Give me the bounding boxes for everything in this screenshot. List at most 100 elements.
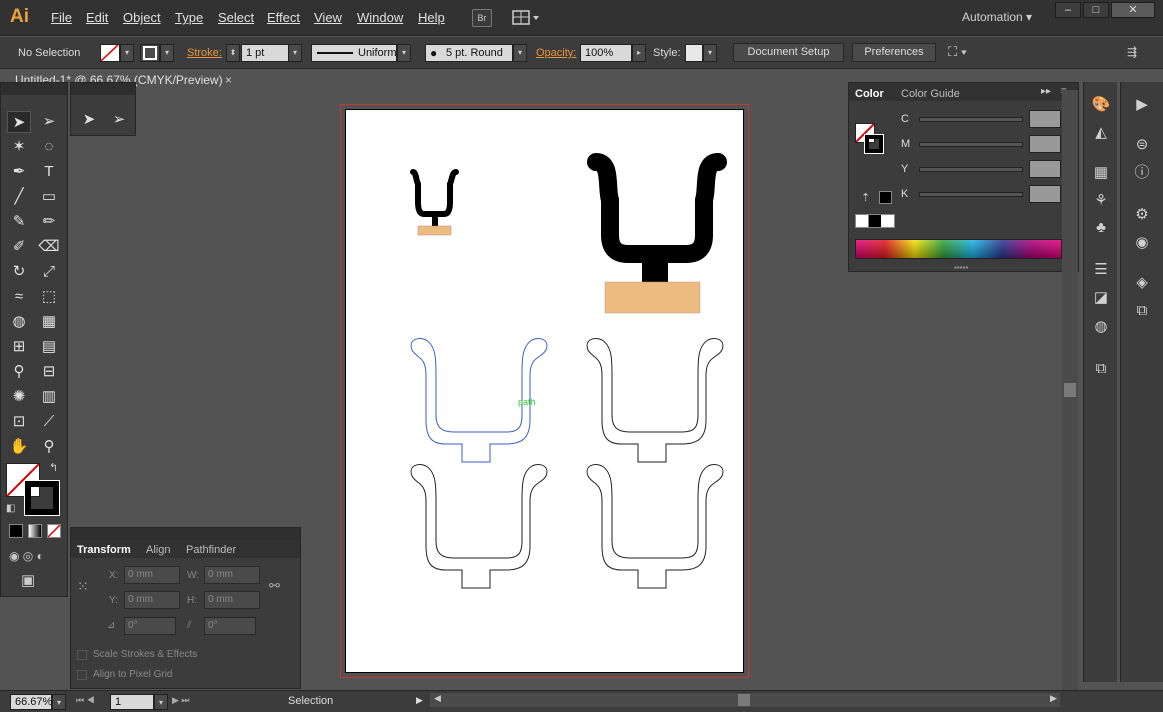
brush-definition[interactable]: ● 5 pt. Round xyxy=(425,44,513,62)
screen-mode-icon[interactable]: ▣ xyxy=(21,571,35,589)
scroll-right-arrow[interactable]: ▶ xyxy=(1050,693,1057,704)
shear-input[interactable]: 0° xyxy=(204,617,256,635)
brush-dropdown[interactable]: ▾ xyxy=(513,44,527,62)
lasso-tool-icon[interactable]: ◌ xyxy=(37,136,61,158)
minimize-button[interactable]: – xyxy=(1055,2,1081,18)
type-tool-icon[interactable]: T xyxy=(37,161,61,183)
zoom-input[interactable]: 66.67% xyxy=(10,694,52,710)
magic-wand-tool-icon[interactable]: ✶ xyxy=(7,136,31,158)
symbols-icon[interactable]: ▦ xyxy=(1089,162,1113,184)
mesh-tool-icon[interactable]: ⊞ xyxy=(7,336,31,358)
artboards-icon[interactable]: ⧉ xyxy=(1089,358,1113,380)
rectangle-tool-icon[interactable]: ▭ xyxy=(37,186,61,208)
tab-color[interactable]: Color xyxy=(855,88,884,100)
stroke-label[interactable]: Stroke: xyxy=(187,47,222,59)
status-menu-arrow[interactable]: ▶ xyxy=(416,695,423,706)
group-selection-icon[interactable]: ➢ xyxy=(107,109,131,131)
vertical-scroll-thumb[interactable] xyxy=(1064,383,1076,397)
perspective-grid-tool-icon[interactable]: ▦ xyxy=(37,311,61,333)
menu-object[interactable]: Object xyxy=(123,10,161,25)
color-mode-icon[interactable] xyxy=(9,524,23,538)
channel-y-slider[interactable] xyxy=(919,167,1023,172)
attributes-icon[interactable]: ◉ xyxy=(1130,232,1154,254)
column-graph-tool-icon[interactable]: ▥ xyxy=(37,386,61,408)
opacity-dropdown[interactable]: ▸ xyxy=(632,44,646,62)
selection-flyout-icon[interactable]: ➤ xyxy=(77,109,101,131)
channel-k-slider[interactable] xyxy=(919,192,1023,197)
document-setup-button[interactable]: Document Setup xyxy=(733,43,844,62)
artboard-tool-icon[interactable]: ⊡ xyxy=(7,411,31,433)
transform-panel-header[interactable] xyxy=(71,528,300,540)
tab-color-guide[interactable]: Color Guide xyxy=(901,88,960,100)
scroll-left-arrow[interactable]: ◀ xyxy=(434,693,441,704)
vertical-scrollbar[interactable] xyxy=(1062,90,1078,690)
w-input[interactable]: 0 mm xyxy=(204,566,260,584)
variable-width-profile[interactable]: Uniform xyxy=(311,44,397,62)
hand-tool-icon[interactable]: ✋ xyxy=(7,436,31,458)
stroke-weight-input[interactable]: 1 pt xyxy=(241,44,289,62)
bridge-button[interactable]: Br xyxy=(472,9,492,27)
constrain-proportions-icon[interactable]: ⚯ xyxy=(269,578,280,594)
slice-tool-icon[interactable]: ⟋ xyxy=(37,411,61,433)
navigator-icon[interactable]: ⚙ xyxy=(1130,204,1154,226)
scale-tool-icon[interactable]: ⤢ xyxy=(37,261,61,283)
channel-c-slider[interactable] xyxy=(919,117,1023,122)
rotate-tool-icon[interactable]: ↻ xyxy=(7,261,31,283)
preferences-button[interactable]: Preferences xyxy=(852,43,936,62)
maximize-button[interactable]: □ xyxy=(1083,2,1109,18)
selection-tool-icon[interactable]: ➤ xyxy=(7,111,31,133)
channel-m-input[interactable] xyxy=(1029,135,1061,153)
swap-fill-stroke-icon[interactable]: ↰ xyxy=(49,461,58,474)
style-dropdown[interactable]: ▾ xyxy=(703,44,717,62)
stroke-indicator[interactable] xyxy=(24,480,60,516)
line-tool-icon[interactable]: ╱ xyxy=(7,186,31,208)
black-swatch[interactable] xyxy=(879,191,892,204)
direct-selection-tool-icon[interactable]: ➢ xyxy=(37,111,61,133)
x-input[interactable]: 0 mm xyxy=(124,566,180,584)
scale-strokes-checkbox[interactable] xyxy=(77,650,87,660)
default-fill-stroke-icon[interactable]: ◧ xyxy=(6,503,15,514)
y-input[interactable]: 0 mm xyxy=(124,591,180,609)
fill-swatch[interactable] xyxy=(100,44,120,62)
menu-file[interactable]: File xyxy=(51,10,72,25)
close-button[interactable]: ✕ xyxy=(1111,2,1155,18)
stroke-panel-icon[interactable]: ☰ xyxy=(1089,259,1113,281)
tab-transform[interactable]: Transform xyxy=(77,544,131,556)
free-transform-tool-icon[interactable]: ⬚ xyxy=(37,286,61,308)
tools-panel-header[interactable] xyxy=(1,83,67,95)
artboard-dropdown[interactable]: ▾ xyxy=(154,694,168,710)
workspace-switcher[interactable]: Automation ▾ xyxy=(962,10,1032,24)
flyout-header[interactable] xyxy=(71,83,135,95)
swatches-icon[interactable]: 🎨 xyxy=(1089,94,1113,116)
resize-grip-icon[interactable]: ▪▪▪▪▪ xyxy=(954,263,968,272)
tab-pathfinder[interactable]: Pathfinder xyxy=(186,544,236,556)
artboard-prev-icons[interactable]: ⏮ ◀ xyxy=(76,695,95,706)
rotate-input[interactable]: 0° xyxy=(124,617,176,635)
menu-help[interactable]: Help xyxy=(418,10,445,25)
eraser-tool-icon[interactable]: ⌫ xyxy=(37,236,61,258)
layers-icon[interactable]: ◈ xyxy=(1130,272,1154,294)
pen-tool-icon[interactable]: ✒ xyxy=(7,161,31,183)
stroke-swatch[interactable] xyxy=(140,44,160,62)
tab-align[interactable]: Align xyxy=(146,544,170,556)
horizontal-scroll-thumb[interactable] xyxy=(738,694,750,706)
none-black-white-swatches[interactable] xyxy=(855,214,895,228)
menu-effect[interactable]: Effect xyxy=(267,10,300,25)
menu-type[interactable]: Type xyxy=(175,10,203,25)
draw-mode-icons[interactable]: ◉ ◎ ◐ xyxy=(9,549,44,563)
h-input[interactable]: 0 mm xyxy=(204,591,260,609)
artboard[interactable]: path xyxy=(345,109,744,673)
artboard-next-icons[interactable]: ▶ ⏭ xyxy=(172,695,190,706)
profile-dropdown[interactable]: ▾ xyxy=(397,44,411,62)
stroke-dropdown[interactable]: ▾ xyxy=(160,44,174,62)
zoom-tool-icon[interactable]: ⚲ xyxy=(37,436,61,458)
channel-m-slider[interactable] xyxy=(919,142,1023,147)
artwork[interactable] xyxy=(346,110,745,674)
stroke-stepper[interactable]: ⬍ xyxy=(226,44,240,62)
gradient-panel-icon[interactable]: ◪ xyxy=(1089,287,1113,309)
links-icon[interactable]: ⊜ xyxy=(1130,134,1154,156)
channel-k-input[interactable] xyxy=(1029,185,1061,203)
blob-brush-tool-icon[interactable]: ✐ xyxy=(7,236,31,258)
graphic-styles-icon[interactable]: ⚘ xyxy=(1089,190,1113,212)
paintbrush-tool-icon[interactable]: ✎ xyxy=(7,211,31,233)
